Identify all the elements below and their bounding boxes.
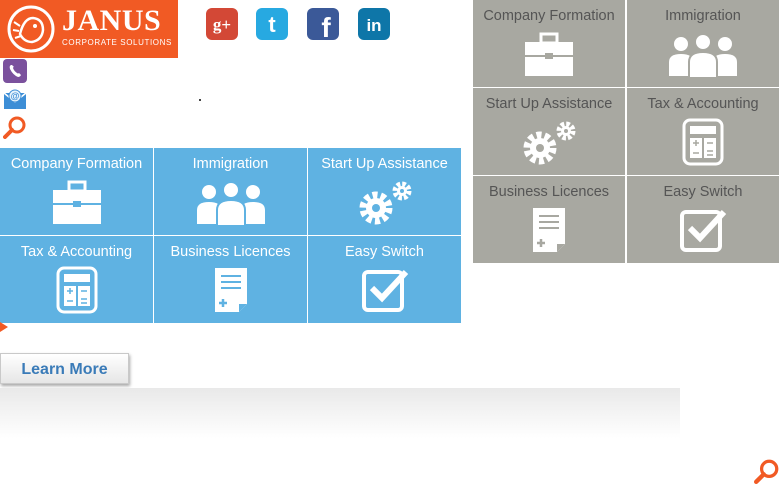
document-icon (533, 208, 565, 252)
svg-text:@: @ (11, 91, 20, 101)
facebook-icon[interactable]: f (307, 8, 339, 43)
brand-name: JANUS (62, 4, 162, 37)
tile-start-up-assistance[interactable]: Start Up Assistance (473, 88, 625, 175)
tile-tax-accounting[interactable]: Tax & Accounting (0, 236, 153, 323)
tile-easy-switch[interactable]: Easy Switch (308, 236, 461, 323)
gears-icon (359, 181, 411, 225)
separator-dot (199, 99, 201, 101)
tile-label: Immigration (665, 8, 741, 24)
search-icon[interactable] (754, 458, 780, 484)
svg-text:in: in (366, 16, 381, 35)
services-grid-blue: Company Formation Immigration Start Up A… (0, 148, 461, 323)
tile-label: Start Up Assistance (321, 156, 448, 172)
tile-label: Company Formation (483, 8, 615, 24)
footer-band (0, 388, 680, 500)
twitter-icon[interactable]: t (256, 8, 288, 40)
briefcase-icon (525, 32, 573, 76)
slide-arrow-icon[interactable] (0, 322, 8, 332)
tile-label: Start Up Assistance (485, 96, 613, 112)
tile-label: Immigration (192, 156, 269, 172)
briefcase-icon (52, 180, 101, 224)
janus-logo[interactable]: JANUS CORPORATE SOLUTIONS (0, 0, 178, 58)
learn-more-button[interactable]: Learn More (0, 353, 129, 384)
tile-start-up-assistance[interactable]: Start Up Assistance (308, 148, 461, 235)
svg-text:g+: g+ (213, 15, 231, 34)
tile-label: Easy Switch (345, 244, 424, 260)
document-icon (214, 268, 247, 312)
svg-text:t: t (268, 12, 276, 37)
tile-label: Business Licences (488, 184, 610, 200)
google-plus-icon[interactable]: g+ (206, 8, 238, 40)
tile-label: Company Formation (10, 156, 143, 172)
tile-company-formation[interactable]: Company Formation (473, 0, 625, 87)
linkedin-icon[interactable]: in (358, 8, 390, 40)
tile-tax-accounting[interactable]: Tax & Accounting (627, 88, 779, 175)
lion-logo-icon (7, 5, 55, 53)
search-icon[interactable] (3, 115, 27, 139)
facebook-glyph: f (321, 12, 331, 43)
checkbox-icon (680, 209, 727, 252)
tile-easy-switch[interactable]: Easy Switch (627, 176, 779, 263)
brand-tagline: CORPORATE SOLUTIONS (62, 38, 172, 47)
services-grid-gray: Company Formation Immigration Start Up A… (473, 0, 780, 263)
viber-icon[interactable] (3, 59, 27, 83)
tile-label: Tax & Accounting (20, 244, 133, 260)
tile-business-licences[interactable]: Business Licences (473, 176, 625, 263)
google-plus-glyph: g+ (213, 15, 231, 34)
tile-label: Tax & Accounting (647, 96, 759, 112)
tile-immigration[interactable]: Immigration (627, 0, 779, 87)
tile-business-licences[interactable]: Business Licences (154, 236, 307, 323)
svg-text:f: f (321, 12, 331, 40)
gears-icon (523, 121, 576, 165)
twitter-glyph: t (268, 12, 276, 37)
linkedin-glyph: in (366, 16, 381, 35)
email-icon[interactable]: @ (3, 87, 27, 111)
checkbox-icon (361, 269, 408, 312)
tile-immigration[interactable]: Immigration (154, 148, 307, 235)
tile-label: Easy Switch (663, 184, 743, 200)
calculator-icon (56, 266, 97, 314)
tile-label: Business Licences (170, 244, 291, 260)
calculator-icon (682, 118, 724, 166)
people-icon (669, 33, 737, 79)
people-icon (196, 181, 265, 227)
tile-company-formation[interactable]: Company Formation (0, 148, 153, 235)
